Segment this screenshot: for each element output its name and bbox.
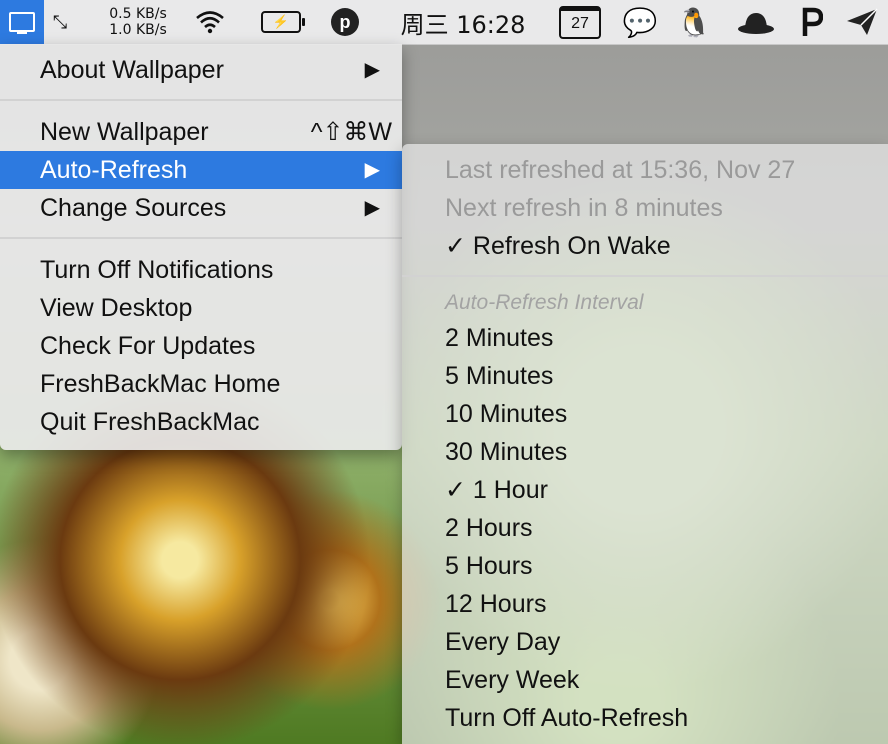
p-logo-icon[interactable] — [796, 0, 826, 44]
menu-item-about-wallpaper[interactable]: About Wallpaper ▶ — [0, 51, 402, 89]
calendar-day: 27 — [559, 5, 601, 39]
network-speed[interactable]: 0.5 KB/s 1.0 KB/s — [96, 0, 180, 44]
shortcut-label: ^⇧⌘W — [310, 118, 392, 146]
menu-separator — [0, 99, 402, 101]
interval-item[interactable]: Every Week — [402, 661, 888, 699]
submenu-arrow-icon: ▶ — [364, 197, 380, 219]
charging-bolt-icon: ⚡ — [272, 14, 290, 29]
menu-separator — [402, 275, 888, 277]
interval-item[interactable]: 5 Minutes — [402, 357, 888, 395]
battery-icon[interactable]: ⚡ — [256, 0, 306, 44]
menu-item-new-wallpaper[interactable]: New Wallpaper ^⇧⌘W — [0, 113, 402, 151]
calendar-icon[interactable]: 27 — [558, 0, 602, 44]
p-app-icon[interactable]: p — [328, 0, 362, 44]
menu-bar: ⤡ 0.5 KB/s 1.0 KB/s ⚡ p 周三 16:28 27 💬 🐧 — [0, 0, 888, 45]
auto-refresh-submenu: Last refreshed at 15:36, Nov 27 Next ref… — [402, 144, 888, 744]
interval-item[interactable]: 2 Minutes — [402, 319, 888, 357]
menu-item-turn-off-notifications[interactable]: Turn Off Notifications — [0, 251, 402, 289]
interval-item[interactable]: 10 Minutes — [402, 395, 888, 433]
menu-item-freshbackmac-home[interactable]: FreshBackMac Home — [0, 365, 402, 403]
last-refreshed-status: Last refreshed at 15:36, Nov 27 — [445, 156, 796, 184]
menu-item-quit[interactable]: Quit FreshBackMac — [0, 403, 402, 441]
clock[interactable]: 周三 16:28 — [388, 0, 538, 44]
menu-item-view-desktop[interactable]: View Desktop — [0, 289, 402, 327]
submenu-arrow-icon: ▶ — [364, 59, 380, 81]
freshback-status-item[interactable] — [0, 0, 44, 44]
menu-item-auto-refresh[interactable]: Auto-Refresh ▶ — [0, 151, 402, 189]
app-menu: About Wallpaper ▶ New Wallpaper ^⇧⌘W Aut… — [0, 44, 402, 450]
submenu-arrow-icon: ▶ — [364, 159, 380, 181]
wechat-icon[interactable]: 💬 — [618, 0, 662, 44]
menu-item-change-sources[interactable]: Change Sources ▶ — [0, 189, 402, 227]
qq-penguin-icon[interactable]: 🐧 — [674, 0, 714, 44]
submenu-item-refresh-on-wake[interactable]: ✓ Refresh On Wake — [402, 227, 888, 265]
interval-item[interactable]: 2 Hours — [402, 509, 888, 547]
interval-item[interactable]: 12 Hours — [402, 585, 888, 623]
wifi-icon[interactable] — [190, 0, 230, 44]
interval-item[interactable]: 30 Minutes — [402, 433, 888, 471]
download-speed: 1.0 KB/s — [109, 22, 167, 38]
interval-item[interactable]: Every Day — [402, 623, 888, 661]
interval-item[interactable]: 5 Hours — [402, 547, 888, 585]
display-icon — [9, 12, 35, 34]
upload-speed: 0.5 KB/s — [109, 6, 167, 22]
menu-separator — [0, 237, 402, 239]
interval-item-turn-off[interactable]: Turn Off Auto-Refresh — [402, 699, 888, 737]
interval-item-selected[interactable]: ✓ 1 Hour — [402, 471, 888, 509]
menu-item-check-updates[interactable]: Check For Updates — [0, 327, 402, 365]
next-refresh-status: Next refresh in 8 minutes — [445, 194, 723, 222]
interval-section-header: Auto-Refresh Interval — [445, 291, 644, 314]
network-arrows-icon[interactable]: ⤡ — [48, 0, 72, 44]
hat-icon[interactable] — [734, 0, 778, 44]
paper-plane-icon[interactable] — [840, 0, 884, 44]
